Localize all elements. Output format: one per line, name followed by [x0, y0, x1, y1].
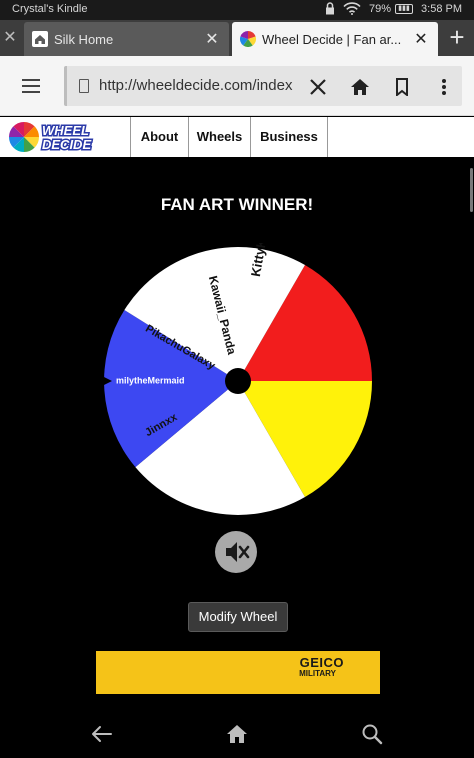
spin-wheel[interactable]: Jinnxx PikachuGalaxy KittyKat45 milytheM…: [100, 243, 376, 519]
ad-tagline: MILITARY: [299, 669, 336, 678]
page-scrollbar[interactable]: [470, 168, 473, 212]
close-tab-icon[interactable]: ✕: [203, 29, 221, 49]
tab-strip: ✕ Silk Home ✕ Wheel Decide | Fan ar... ✕…: [0, 20, 474, 56]
modify-wheel-button[interactable]: Modify Wheel: [188, 602, 288, 632]
device-name: Crystal's Kindle: [12, 3, 88, 15]
tab-scroll-left-icon[interactable]: ✕: [0, 20, 20, 56]
tab-silk-home[interactable]: Silk Home ✕: [24, 22, 229, 56]
home-icon[interactable]: [225, 722, 249, 746]
home-button-icon[interactable]: [347, 74, 373, 100]
wifi-icon: [343, 2, 361, 15]
nav-wheels[interactable]: Wheels: [188, 117, 250, 157]
system-navigation-bar: [0, 712, 474, 758]
ad-banner[interactable]: GEICO MILITARY: [96, 651, 380, 694]
close-tab-icon[interactable]: ✕: [412, 29, 430, 49]
status-bar: Crystal's Kindle 79% ▮▮▮ 3:58 PM: [0, 0, 474, 20]
search-icon[interactable]: [360, 722, 384, 746]
ad-brand: GEICO: [299, 655, 344, 670]
bookmark-icon[interactable]: [389, 74, 415, 100]
segment-label: milytheMermaid: [116, 375, 185, 385]
wheel-decide-logo[interactable]: WHEEL DECIDE: [8, 121, 128, 154]
browser-window: Crystal's Kindle 79% ▮▮▮ 3:58 PM ✕ Silk …: [0, 0, 474, 758]
overflow-menu-icon[interactable]: [431, 74, 457, 100]
nav-business[interactable]: Business: [250, 117, 328, 157]
wheel-favicon: [240, 31, 256, 47]
nav-about[interactable]: About: [130, 117, 188, 157]
page-title: FAN ART WINNER!: [160, 195, 314, 214]
sound-toggle-button[interactable]: [215, 531, 257, 573]
battery-icon: ▮▮▮: [395, 3, 414, 14]
back-arrow-icon[interactable]: [90, 722, 114, 746]
page-icon: [79, 79, 89, 93]
tab-wheel-decide[interactable]: Wheel Decide | Fan ar... ✕: [232, 22, 438, 56]
new-tab-icon[interactable]: +: [440, 20, 474, 56]
address-bar: http://wheeldecide.com/index: [0, 56, 474, 116]
lock-icon: [326, 2, 334, 15]
status-indicators: 79% ▮▮▮ 3:58 PM: [325, 2, 462, 15]
url-field[interactable]: http://wheeldecide.com/index: [64, 66, 462, 106]
url-text[interactable]: http://wheeldecide.com/index: [99, 77, 295, 94]
tab-title: Wheel Decide | Fan ar...: [262, 31, 402, 47]
clear-url-icon[interactable]: [305, 74, 331, 100]
svg-text:WHEEL: WHEEL: [42, 123, 89, 138]
tab-title: Silk Home: [54, 31, 114, 47]
home-icon: [32, 31, 48, 47]
hamburger-menu-icon[interactable]: [18, 76, 46, 96]
mute-speaker-icon: [226, 542, 250, 562]
wheel-hub: [225, 368, 251, 394]
site-navigation: WHEEL DECIDE About Wheels Business: [0, 117, 474, 157]
battery-percent: 79%: [369, 2, 392, 15]
svg-text:DECIDE: DECIDE: [42, 137, 91, 152]
clock: 3:58 PM: [421, 2, 462, 15]
battery-indicator: 79% ▮▮▮: [369, 2, 414, 15]
